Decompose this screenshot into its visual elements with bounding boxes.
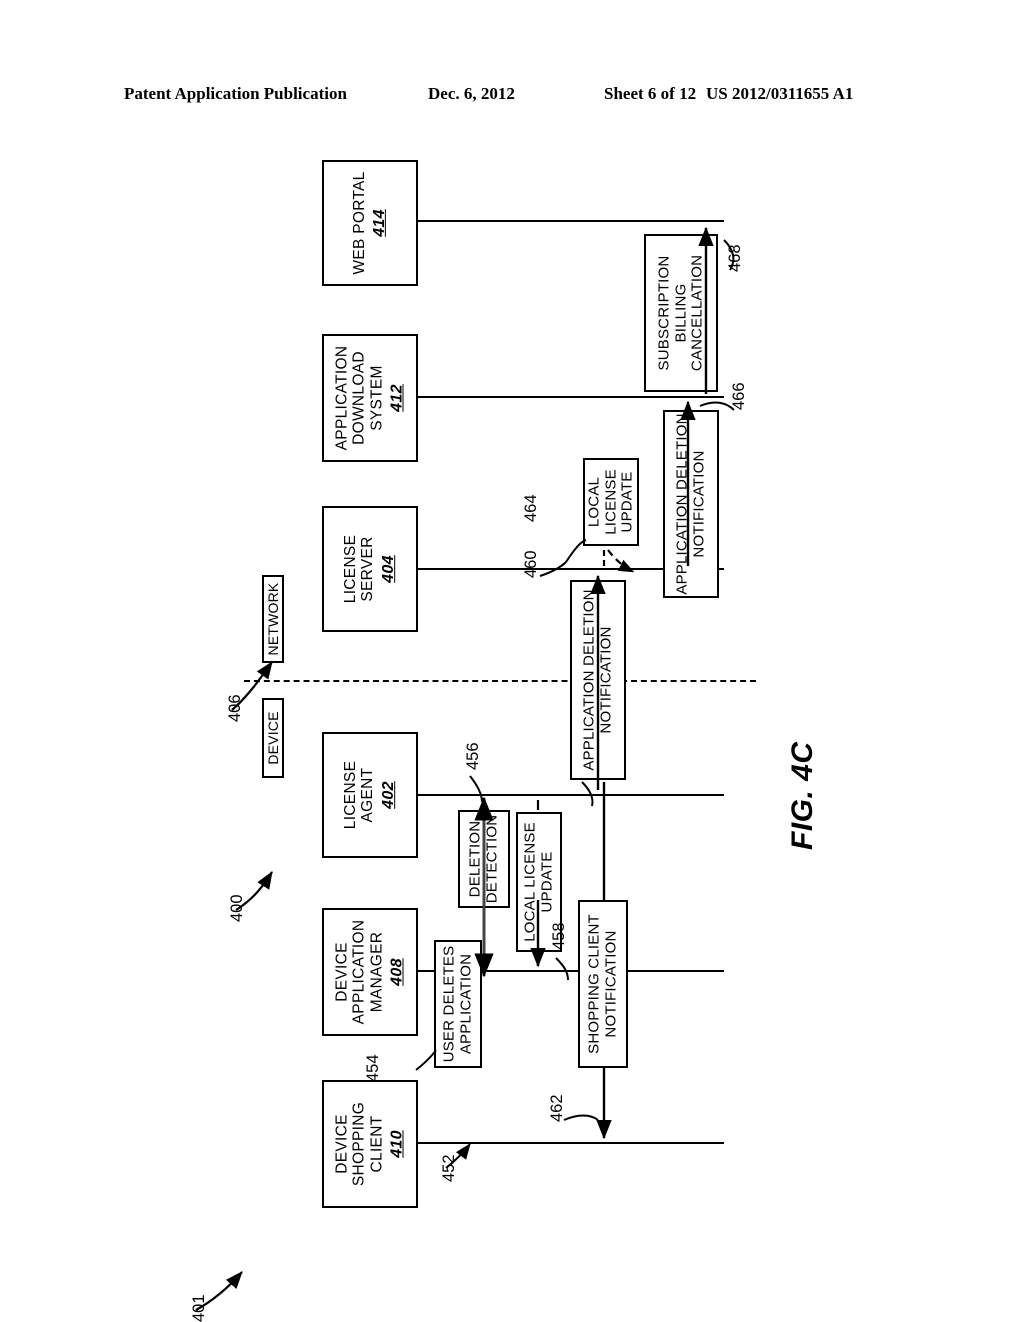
figure-4c-sequence-diagram: WEB PORTAL 414 APPLICATION DOWNLOAD SYSTEM… — [0, 110, 1024, 1322]
patent-number: US 2012/0311655 A1 — [706, 84, 854, 103]
ref-label-454: 454 — [364, 1054, 382, 1082]
ref-label-466: 466 — [730, 382, 748, 410]
actor-license-agent-ref: 402 — [379, 781, 397, 809]
message-local-license-update-network[interactable]: LOCAL LICENSE UPDATE — [583, 458, 639, 546]
actor-license-server[interactable]: LICENSE SERVER 404 — [322, 506, 418, 632]
actor-device-application-manager-ref: 408 — [388, 958, 406, 986]
publication-date: Dec. 6, 2012 — [428, 84, 515, 103]
actor-application-download-system-label: APPLICATION DOWNLOAD SYSTEM 412 — [333, 345, 406, 451]
page-header: Patent Application Publication Dec. 6, 2… — [0, 84, 1024, 110]
message-subscription-billing-cancellation-label: SUBSCRIPTION BILLING CANCELLATION — [655, 254, 706, 372]
ref-label-452: 452 — [440, 1154, 458, 1182]
network-domain-tag: NETWORK — [262, 575, 284, 663]
ref-label-462: 462 — [548, 1094, 566, 1122]
actor-web-portal-label: WEB PORTAL 414 — [350, 171, 389, 275]
ref-label-458: 458 — [550, 922, 568, 950]
network-domain-label: NETWORK — [265, 582, 281, 656]
ref-label-456: 456 — [464, 742, 482, 770]
actor-license-server-label: LICENSE SERVER 404 — [342, 534, 397, 604]
actor-device-shopping-client[interactable]: DEVICE SHOPPING CLIENT 410 — [322, 1080, 418, 1208]
actor-device-application-manager-label: DEVICE APPLICATION MANAGER 408 — [333, 919, 406, 1025]
actor-web-portal-ref: 414 — [371, 209, 389, 237]
message-subscription-billing-cancellation[interactable]: SUBSCRIPTION BILLING CANCELLATION — [644, 234, 718, 392]
publication-title: Patent Application Publication — [124, 84, 347, 103]
arrow-overlay — [195, 226, 735, 1311]
lifeline-web-portal — [418, 220, 724, 222]
lifeline-device-shopping-client — [418, 1142, 724, 1144]
ref-label-406: 406 — [226, 694, 244, 722]
message-user-deletes-application-label: USER DELETES APPLICATION — [440, 945, 475, 1063]
device-domain-tag: DEVICE — [262, 698, 284, 778]
actor-license-agent-label: LICENSE AGENT 402 — [342, 760, 397, 830]
ref-label-400: 400 — [228, 894, 246, 922]
actor-license-agent[interactable]: LICENSE AGENT 402 — [322, 732, 418, 858]
message-application-deletion-notification-network[interactable]: APPLICATION DELETION NOTIFICATION — [663, 410, 719, 598]
message-application-deletion-notification-network-label: APPLICATION DELETION NOTIFICATION — [673, 413, 708, 595]
lifeline-application-download-system — [418, 396, 724, 398]
ref-label-401: 401 — [190, 1294, 208, 1322]
lifeline-license-agent — [418, 794, 724, 796]
message-deletion-detection-label: DELETION DETECTION — [466, 814, 501, 904]
message-user-deletes-application[interactable]: USER DELETES APPLICATION — [434, 940, 482, 1068]
actor-license-server-ref: 404 — [379, 555, 397, 583]
message-local-license-update-network-label: LOCAL LICENSE UPDATE — [585, 469, 636, 535]
ref-label-460: 460 — [522, 550, 540, 578]
actor-web-portal[interactable]: WEB PORTAL 414 — [322, 160, 418, 286]
actor-device-application-manager[interactable]: DEVICE APPLICATION MANAGER 408 — [322, 908, 418, 1036]
figure-caption: FIG. 4C — [786, 741, 819, 850]
message-application-deletion-notification-device[interactable]: APPLICATION DELETION NOTIFICATION — [570, 580, 626, 780]
actor-device-shopping-client-ref: 410 — [388, 1130, 406, 1158]
device-network-divider — [244, 680, 756, 682]
actor-application-download-system[interactable]: APPLICATION DOWNLOAD SYSTEM 412 — [322, 334, 418, 462]
actor-application-download-system-ref: 412 — [388, 384, 406, 412]
message-deletion-detection[interactable]: DELETION DETECTION — [458, 810, 510, 908]
ref-label-468: 468 — [726, 244, 744, 272]
message-shopping-client-notification-label: SHOPPING CLIENT NOTIFICATION — [585, 914, 620, 1054]
device-domain-label: DEVICE — [265, 711, 281, 765]
message-shopping-client-notification[interactable]: SHOPPING CLIENT NOTIFICATION — [578, 900, 628, 1068]
sheet-number: Sheet 6 of 12 — [604, 84, 697, 103]
actor-device-shopping-client-label: DEVICE SHOPPING CLIENT 410 — [333, 1101, 406, 1187]
ref-label-464: 464 — [522, 494, 540, 522]
message-application-deletion-notification-device-label: APPLICATION DELETION NOTIFICATION — [580, 589, 615, 771]
